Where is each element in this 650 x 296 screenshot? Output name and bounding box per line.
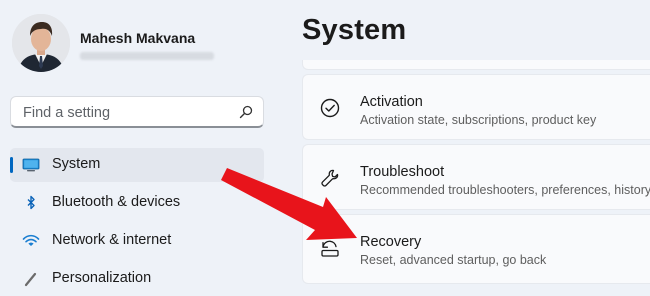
search-box[interactable] <box>10 96 264 128</box>
sidebar: Mahesh Makvana System Bluetooth & device… <box>0 0 285 287</box>
card-subtitle: Activation state, subscriptions, product… <box>360 113 597 127</box>
sidebar-item-network[interactable]: Network & internet <box>10 224 264 258</box>
sidebar-item-label: Network & internet <box>52 232 172 248</box>
monitor-icon <box>22 158 40 172</box>
search-input[interactable] <box>21 103 225 123</box>
card-recovery[interactable]: Recovery Reset, advanced startup, go bac… <box>302 214 650 284</box>
card-troubleshoot[interactable]: Troubleshoot Recommended troubleshooters… <box>302 144 650 210</box>
sidebar-item-system[interactable]: System <box>10 148 264 182</box>
bluetooth-icon <box>27 195 35 210</box>
search-icon[interactable] <box>239 105 253 119</box>
previous-card[interactable] <box>302 60 650 70</box>
avatar[interactable] <box>12 14 70 72</box>
user-name: Mahesh Makvana <box>80 30 196 46</box>
sidebar-item-label: Personalization <box>52 270 152 286</box>
sidebar-item-bluetooth[interactable]: Bluetooth & devices <box>10 186 264 220</box>
sidebar-item-personalization[interactable]: Personalization <box>10 262 264 296</box>
recovery-icon <box>321 240 339 257</box>
wrench-icon <box>321 169 339 187</box>
page-title: System <box>302 14 407 46</box>
card-title: Activation <box>360 94 423 110</box>
check-circle-icon <box>320 98 340 118</box>
card-title: Troubleshoot <box>360 164 445 180</box>
card-title: Recovery <box>360 234 422 250</box>
main-content: System Activation Activation state, subs… <box>285 0 650 284</box>
sidebar-item-label: System <box>52 156 101 172</box>
brush-icon <box>24 272 37 287</box>
sidebar-item-label: Bluetooth & devices <box>52 194 181 210</box>
wifi-icon <box>22 234 40 246</box>
card-subtitle: Reset, advanced startup, go back <box>360 253 547 267</box>
card-activation[interactable]: Activation Activation state, subscriptio… <box>302 74 650 140</box>
selected-indicator <box>10 157 13 173</box>
card-subtitle: Recommended troubleshooters, preferences… <box>360 183 650 197</box>
user-email-blurred <box>80 52 214 60</box>
